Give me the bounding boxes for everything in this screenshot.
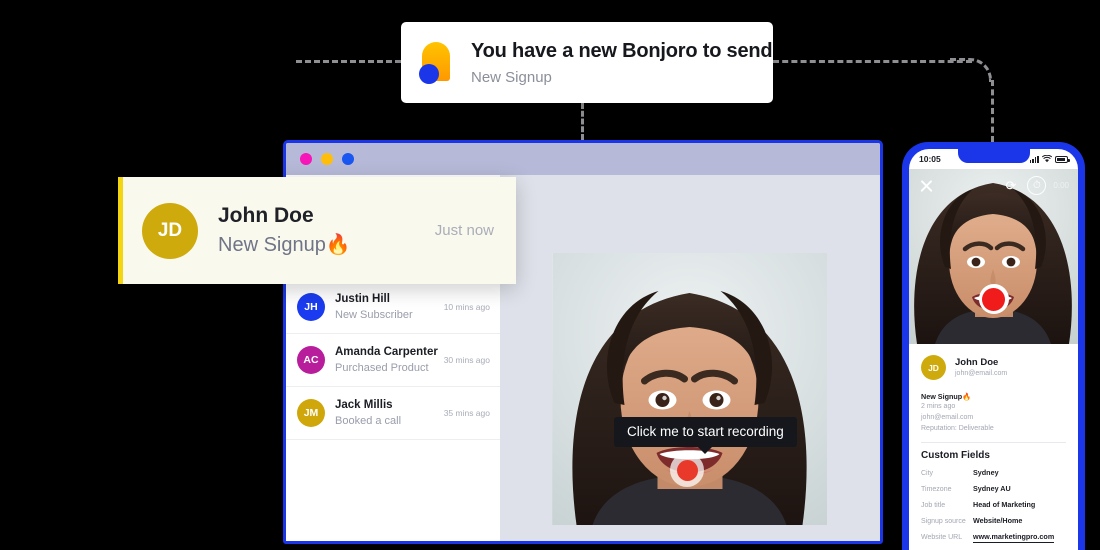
field-key: Website URL [921, 533, 963, 541]
avatar: JD [142, 202, 198, 259]
recording-tooltip: Click me to start recording [614, 417, 797, 454]
timestamp: Just now [434, 222, 494, 239]
browser-titlebar [286, 143, 880, 175]
contact-row[interactable]: JH Justin Hill New Subscriber 10 mins ago [286, 281, 500, 334]
avatar: JH [297, 293, 325, 321]
phone-video-preview[interactable]: ⟳ ⏱ 0:00 [909, 169, 1078, 344]
recording-timer: 0:00 [1053, 181, 1069, 190]
connector-curve-right [950, 58, 992, 82]
timestamp: 10 mins ago [443, 302, 490, 312]
record-dot-icon [982, 287, 1005, 311]
flip-camera-icon[interactable]: ⏱ [1027, 176, 1047, 195]
field-key: Timezone [921, 485, 952, 493]
contact-name: Justin Hill [335, 292, 390, 305]
timestamp: 35 mins ago [443, 408, 490, 418]
status-time: 10:05 [919, 154, 941, 164]
person-video-image-phone [909, 169, 1078, 344]
connector-line-center [581, 103, 584, 140]
field-value: Head of Marketing [973, 499, 1036, 509]
contact-detail-panel: JD John Doe john@email.com New Signup🔥 2… [909, 344, 1078, 543]
contact-row[interactable]: AC Amanda Carpenter Purchased Product 30 mi… [286, 334, 500, 387]
record-dot-icon [676, 459, 698, 481]
notification-title: You have a new Bonjoro to send [471, 40, 773, 62]
custom-field-row: Job title Head of Marketing [921, 500, 1066, 509]
phone-screen: 10:05 ⟳ ⏱ 0:00 JD John Doe john@email.co… [909, 149, 1078, 550]
contact-name: John Doe [955, 356, 999, 368]
avatar: JD [921, 355, 946, 380]
record-button-phone[interactable] [978, 284, 1009, 314]
field-value: Website/Home [973, 515, 1023, 525]
custom-field-row: Timezone Sydney AU [921, 484, 1066, 493]
custom-fields-title: Custom Fields [921, 449, 990, 461]
connector-line-right [773, 60, 972, 63]
avatar: JM [297, 399, 325, 427]
field-key: City [921, 469, 934, 477]
contact-name: Amanda Carpenter [335, 345, 438, 358]
contact-name: Jack Millis [335, 398, 393, 411]
maximize-dot[interactable] [342, 153, 354, 165]
record-button[interactable] [670, 453, 704, 487]
contact-detail-header: JD John Doe john@email.com [921, 355, 1066, 380]
contact-tag: New Signup🔥 [921, 392, 972, 401]
timestamp: 30 mins ago [443, 355, 490, 365]
contact-reputation: Reputation: Deliverable [921, 424, 994, 432]
phone-video-controls[interactable]: ⟳ ⏱ 0:00 [909, 176, 1078, 195]
field-value: Sydney AU [973, 483, 1011, 493]
field-value[interactable]: www.marketingpro.com [973, 532, 1055, 543]
contact-email-secondary: john@email.com [921, 414, 974, 421]
field-value: Sydney [973, 467, 999, 477]
close-dot[interactable] [300, 153, 312, 165]
contact-description: New Subscriber [335, 309, 413, 322]
field-key: Signup source [921, 517, 966, 525]
connector-line-phone [991, 80, 994, 142]
john-doe-alert-card[interactable]: JD John Doe New Signup🔥 Just now [118, 177, 516, 284]
scene: You have a new Bonjoro to send New Signu… [0, 0, 1100, 550]
new-bonjoro-notification[interactable]: You have a new Bonjoro to send New Signu… [401, 22, 773, 103]
custom-fields-list: City Sydney Timezone Sydney AU Job title Head… [921, 468, 1066, 543]
contact-status: New Signup🔥 [218, 233, 351, 256]
battery-icon [1055, 155, 1070, 163]
minimize-dot[interactable] [321, 153, 333, 165]
contact-row[interactable]: JM Jack Millis Booked a call 35 mins ago [286, 387, 500, 440]
phone-notch [957, 149, 1030, 163]
contact-description: Booked a call [335, 415, 402, 428]
close-icon[interactable] [918, 178, 934, 194]
contact-email: john@email.com [955, 370, 1008, 378]
custom-field-row: City Sydney [921, 468, 1066, 477]
custom-field-row: Website URL www.marketingpro.com [921, 532, 1066, 543]
loop-icon[interactable]: ⟳ [1001, 176, 1020, 195]
custom-field-row: Signup source Website/Home [921, 516, 1066, 525]
avatar: AC [297, 346, 325, 374]
notification-subtitle: New Signup [471, 69, 552, 86]
wifi-icon [1042, 155, 1052, 163]
contact-time: 2 mins ago [921, 403, 956, 411]
signal-bars-icon [1029, 155, 1039, 163]
divider [921, 441, 1066, 443]
contact-name: John Doe [218, 204, 314, 228]
phone-mockup: 10:05 ⟳ ⏱ 0:00 JD John Doe john@email.co… [902, 142, 1085, 550]
contact-description: Purchased Product [335, 362, 429, 375]
connector-line-left [296, 60, 401, 63]
field-key: Job title [921, 501, 946, 509]
bonjoro-logo-icon [419, 41, 453, 84]
